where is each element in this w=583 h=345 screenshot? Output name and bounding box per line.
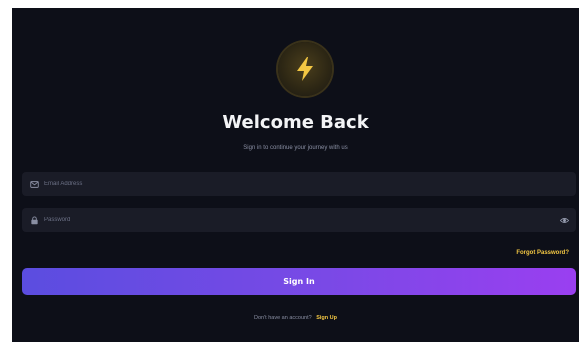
email-field[interactable] [22, 172, 576, 196]
envelope-icon [29, 179, 39, 189]
eye-icon[interactable] [559, 215, 569, 225]
sign-in-button[interactable]: Sign In [22, 268, 576, 295]
page-title: Welcome Back [222, 112, 369, 133]
forgot-password-link[interactable]: Forgot Password? [516, 249, 569, 257]
lock-icon [29, 215, 39, 225]
login-screen: Welcome Back Sign in to continue your jo… [12, 8, 579, 342]
password-field[interactable] [22, 208, 576, 232]
page-subtitle: Sign in to continue your journey with us [243, 145, 348, 151]
password-input[interactable] [44, 210, 559, 230]
logo [278, 42, 332, 96]
signup-prompt: Don't have an account? Sign Up [12, 314, 579, 322]
email-input[interactable] [44, 174, 569, 194]
signup-prompt-text: Don't have an account? [254, 315, 312, 321]
sign-up-link[interactable]: Sign Up [316, 315, 337, 321]
lightning-bolt-icon [294, 56, 316, 82]
